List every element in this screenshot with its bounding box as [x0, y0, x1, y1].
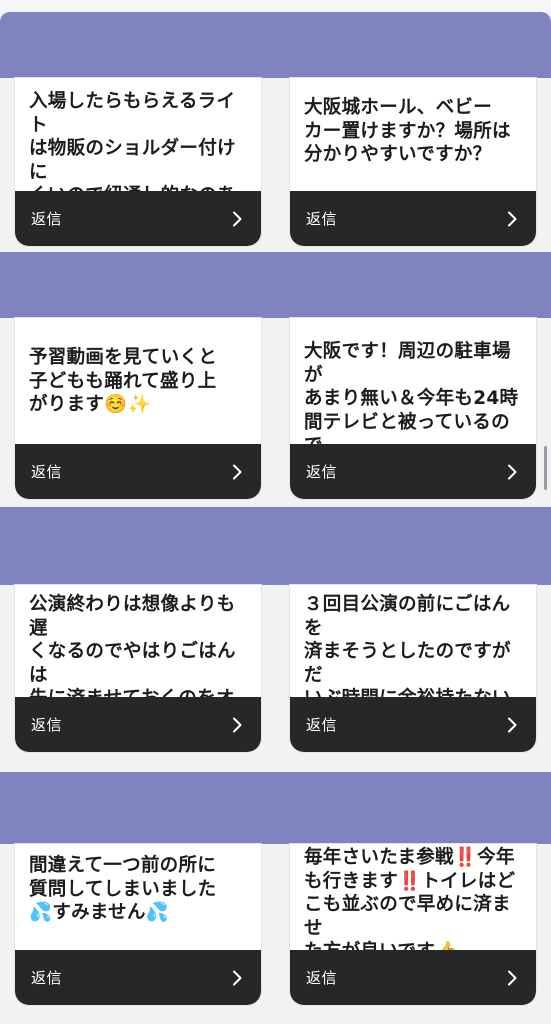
- reply-label: 返信: [31, 716, 63, 734]
- reply-button[interactable]: 返信: [15, 950, 261, 1005]
- reply-label: 返信: [306, 210, 338, 228]
- chevron-right-icon: [508, 211, 517, 226]
- row-header-band: [0, 507, 551, 585]
- reply-button[interactable]: 返信: [290, 444, 536, 499]
- question-text: 大阪城ホール、ベビー カー置けますか？場所は 分かりやすいですか？: [304, 97, 511, 165]
- question-card: 入場したらもらえるライト は物販のショルダー付けに くいので紐通し的なのある と…: [15, 78, 261, 246]
- reply-button[interactable]: 返信: [15, 191, 261, 246]
- question-card: 間違えて一つ前の所に 質問してしまいました 💦すみません💦 返信: [15, 844, 261, 1005]
- reply-label: 返信: [31, 210, 63, 228]
- row-header-band: [0, 772, 551, 844]
- question-text: 間違えて一つ前の所に 質問してしまいました 💦すみません💦: [29, 855, 217, 923]
- reply-label: 返信: [31, 463, 63, 481]
- chevron-right-icon: [233, 211, 242, 226]
- reply-button[interactable]: 返信: [15, 697, 261, 752]
- reply-button[interactable]: 返信: [290, 697, 536, 752]
- chevron-right-icon: [233, 970, 242, 985]
- question-card: 大阪城ホール、ベビー カー置けますか？場所は 分かりやすいですか？ 返信: [290, 78, 536, 246]
- question-sticker-replies-page: 入場したらもらえるライト は物販のショルダー付けに くいので紐通し的なのある と…: [0, 0, 551, 1024]
- question-text: 予習動画を見ていくと 子どもも踊れて盛り上 がります☺️✨: [29, 347, 218, 415]
- chevron-right-icon: [233, 464, 242, 479]
- question-text: 毎年さいたま参戦‼️今年 も行きます‼️トイレはど こも並ぶので早めに済ませ た…: [304, 847, 516, 962]
- question-card: 公演終わりは想像よりも遅 くなるのでやはりごはんは 先に済ませておくのをオス ス…: [15, 585, 261, 752]
- question-card: 大阪です！周辺の駐車場が あまり無い＆今年も24時 間テレビと被っているので 気…: [290, 318, 536, 499]
- reply-label: 返信: [306, 969, 338, 987]
- reply-button[interactable]: 返信: [290, 950, 536, 1005]
- reply-button[interactable]: 返信: [15, 444, 261, 499]
- reply-label: 返信: [306, 463, 338, 481]
- reply-button[interactable]: 返信: [290, 191, 536, 246]
- scroll-indicator[interactable]: [544, 446, 547, 490]
- row-header-band: [0, 12, 551, 78]
- reply-label: 返信: [306, 716, 338, 734]
- top-edge: [0, 0, 551, 12]
- chevron-right-icon: [508, 970, 517, 985]
- chevron-right-icon: [508, 464, 517, 479]
- question-card: 毎年さいたま参戦‼️今年 も行きます‼️トイレはど こも並ぶので早めに済ませ た…: [290, 844, 536, 1005]
- chevron-right-icon: [233, 717, 242, 732]
- row-header-band: [0, 252, 551, 318]
- question-card: ３回目公演の前にごはんを 済まそうとしたのですがだ いぶ時間に余裕持たないと 焦…: [290, 585, 536, 752]
- question-card: 予習動画を見ていくと 子どもも踊れて盛り上 がります☺️✨ 返信: [15, 318, 261, 499]
- reply-label: 返信: [31, 969, 63, 987]
- chevron-right-icon: [508, 717, 517, 732]
